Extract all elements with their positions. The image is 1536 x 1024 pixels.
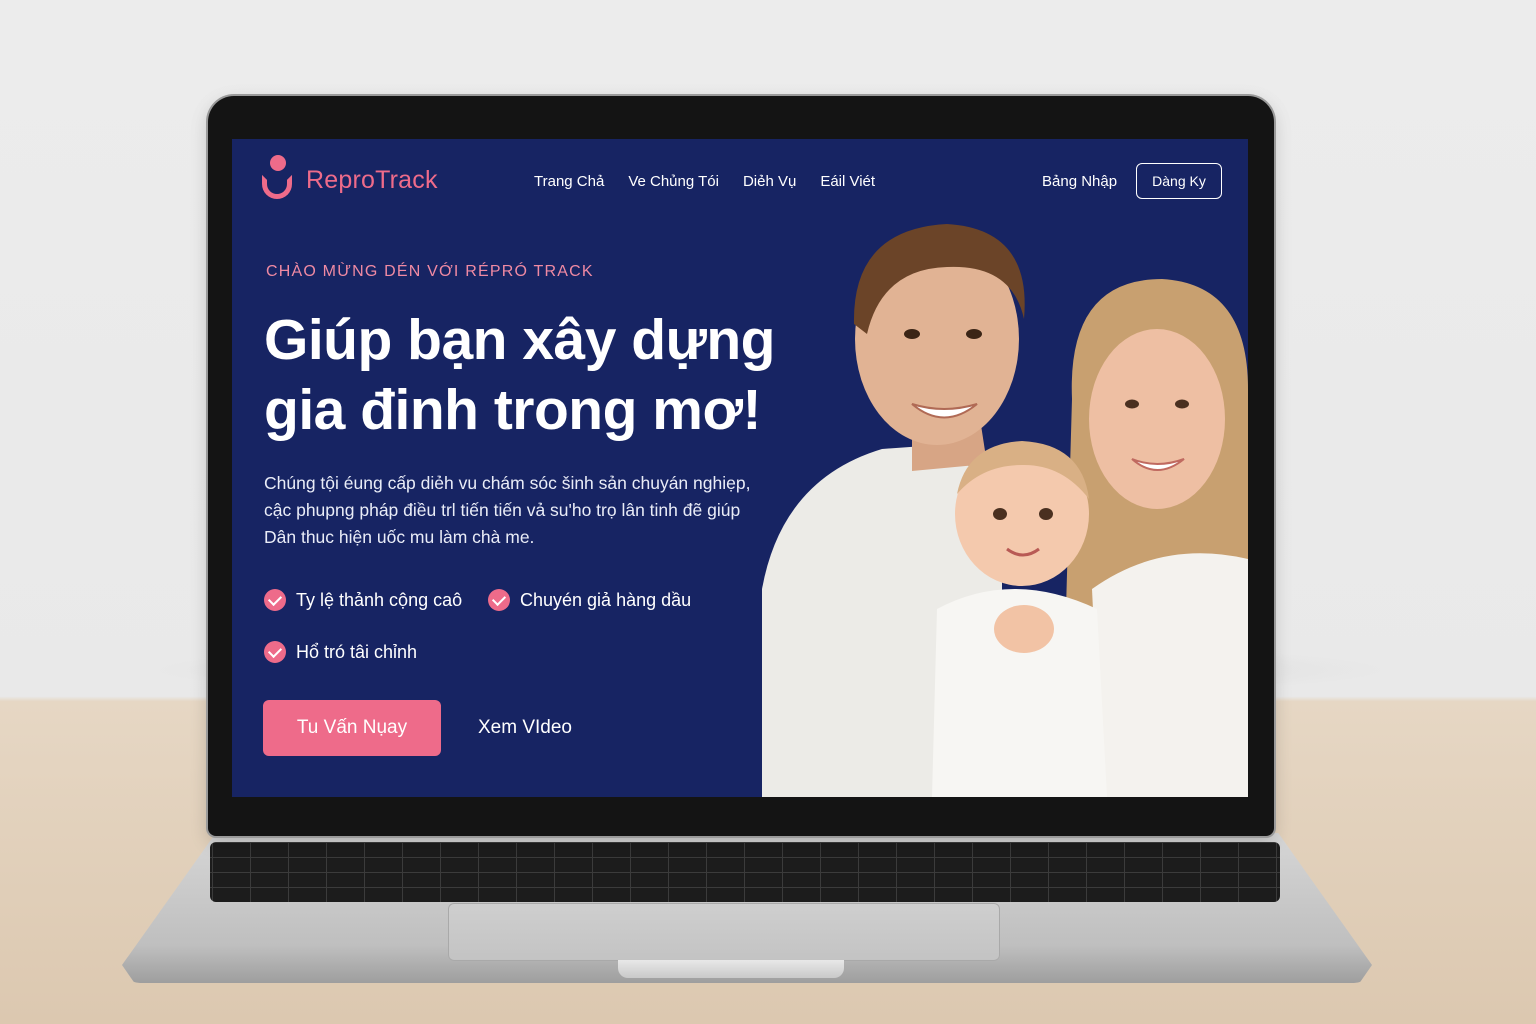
brand-name: ReproTrack bbox=[306, 165, 438, 194]
baby-hands bbox=[994, 605, 1054, 653]
headline-line-1: Giúp bạn xây dựng bbox=[264, 308, 776, 372]
nav-link-about[interactable]: Ve Chủng Tói bbox=[628, 173, 719, 190]
laptop-trackpad bbox=[448, 903, 1000, 961]
headline-line-2: gia đinh trong mơ! bbox=[264, 378, 761, 442]
consult-now-button[interactable]: Tu Vấn Nụay bbox=[263, 700, 441, 756]
hero-eyebrow: CHÀO MỪNG DÉN VỚI RÉPRÓ TRACK bbox=[266, 263, 594, 280]
brand-logo[interactable]: ReproTrack bbox=[260, 155, 438, 205]
feature-item: Ty lệ thảnh cộng caô bbox=[264, 589, 462, 611]
feature-label: Chuyén giả hàng dầu bbox=[520, 589, 692, 610]
family-photo bbox=[762, 224, 1248, 797]
feature-item: Hổ tró tâi chỉnh bbox=[264, 641, 417, 663]
logo-icon bbox=[260, 155, 298, 205]
nav-link-blog[interactable]: Eáil Viét bbox=[820, 173, 875, 190]
login-link[interactable]: Bảng Nhập bbox=[1042, 173, 1117, 190]
feature-label: Ty lệ thảnh cộng caô bbox=[296, 589, 463, 610]
nav-link-home[interactable]: Trang Chả bbox=[534, 173, 604, 190]
woman-face bbox=[1089, 329, 1225, 509]
main-nav: Trang Chả Ve Chủng Tói Diẻh Vụ Eáil Viét bbox=[534, 173, 875, 190]
description-line-2: cậc phupng pháp điều trl tiến tiến vả su… bbox=[264, 500, 741, 520]
check-circle-icon bbox=[264, 589, 286, 611]
hero-description: Chúng tội éung cấp diẻh vu chám sóc šinh… bbox=[264, 470, 794, 551]
hero-headline: Giúp bạn xây dựng gia đinh trong mơ! bbox=[264, 305, 824, 445]
laptop-keyboard bbox=[210, 842, 1280, 902]
signup-button[interactable]: Dàng Ky bbox=[1136, 163, 1222, 199]
feature-item: Chuyén giả hàng dầu bbox=[488, 589, 691, 611]
laptop-notch bbox=[618, 960, 844, 978]
check-circle-icon bbox=[488, 589, 510, 611]
description-line-3: Dân thuc hiện uốc mu làm chà me. bbox=[264, 527, 535, 547]
woman-shirt bbox=[1092, 553, 1248, 797]
check-circle-icon bbox=[264, 641, 286, 663]
description-line-1: Chúng tội éung cấp diẻh vu chám sóc šinh… bbox=[264, 473, 751, 493]
feature-label: Hổ tró tâi chỉnh bbox=[296, 641, 418, 662]
watch-video-link[interactable]: Xem VIdeo bbox=[478, 717, 572, 739]
nav-link-services[interactable]: Diẻh Vụ bbox=[743, 173, 796, 190]
browser-screen: ReproTrack Trang Chả Ve Chủng Tói Diẻh V… bbox=[232, 139, 1248, 797]
